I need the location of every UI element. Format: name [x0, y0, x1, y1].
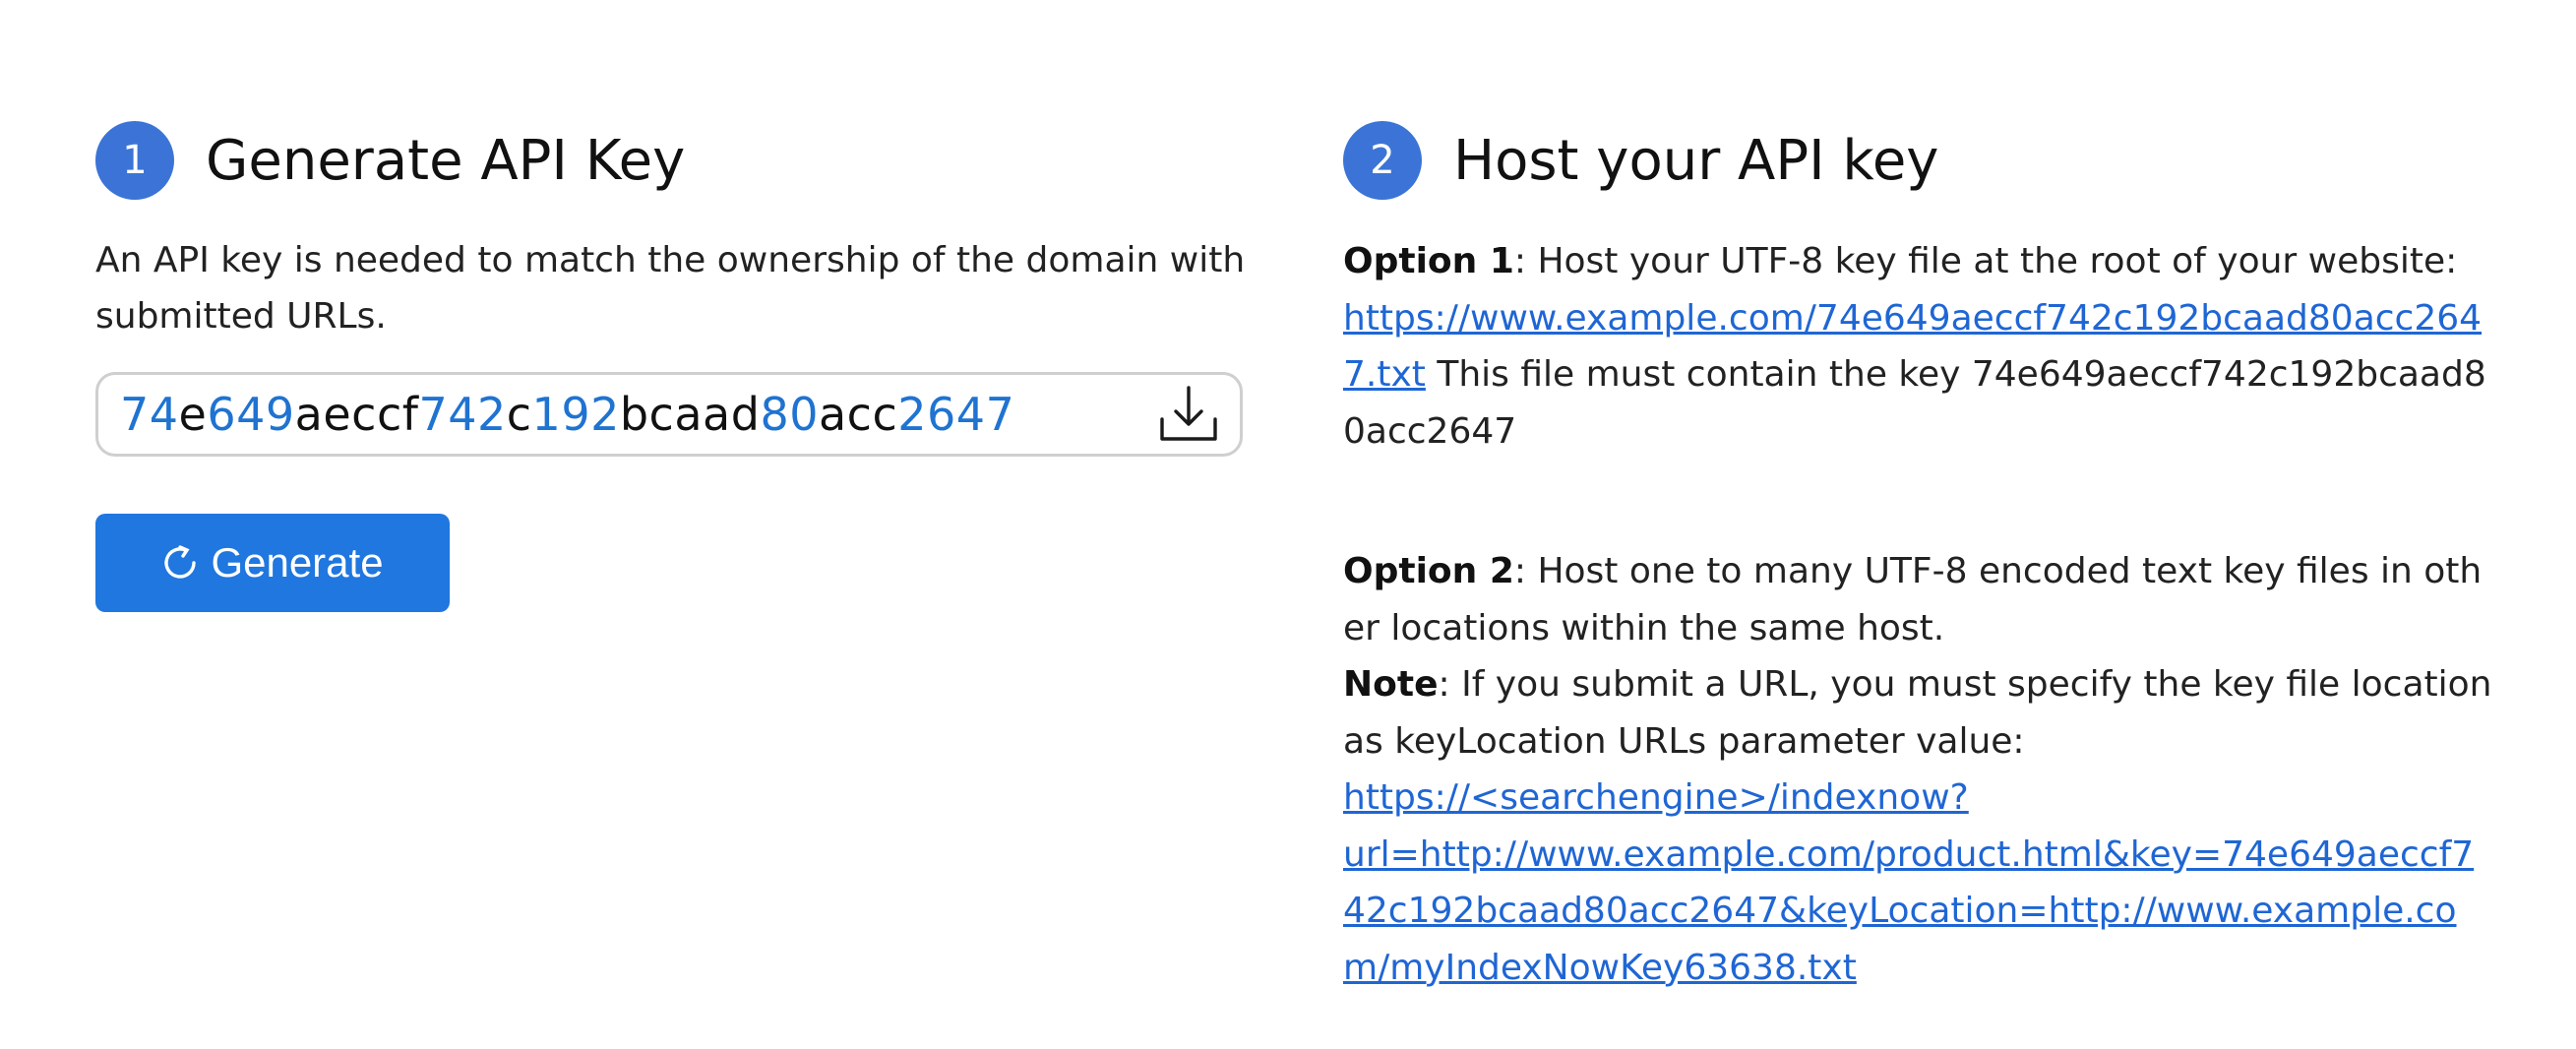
step-2-header: 2 Host your API key	[1343, 120, 2494, 201]
option-1-key-note: This file must contain the key 74e649aec…	[1343, 354, 2486, 452]
option-2-label: Option 2	[1343, 551, 1514, 591]
step-number-badge: 2	[1343, 121, 1422, 200]
api-key-value: 74e649aeccf742c192bcaad80acc2647	[120, 388, 1014, 441]
generate-button[interactable]: Generate	[95, 514, 450, 612]
refresh-icon	[161, 544, 199, 582]
link-line-rest: url=http://www.example.com/product.html&…	[1343, 833, 2475, 988]
note-text: : If you submit a URL, you must specify …	[1343, 664, 2492, 762]
api-key-field[interactable]: 74e649aeccf742c192bcaad80acc2647	[95, 372, 1243, 457]
key-location-example-link[interactable]: https://<searchengine>/indexnow? url=http…	[1343, 777, 2474, 988]
option-2-paragraph: Option 2: Host one to many UTF-8 encoded…	[1343, 543, 2494, 996]
key-letter-segment: e	[178, 388, 208, 441]
option-1-label: Option 1	[1343, 241, 1514, 281]
key-letter-segment: aeccf	[294, 388, 419, 441]
generate-button-label: Generate	[211, 539, 384, 586]
option-1-text: : Host your UTF-8 key file at the root o…	[1513, 241, 2458, 281]
host-api-key-section: 2 Host your API key Option 1: Host your …	[1343, 120, 2494, 996]
step-1-header: 1 Generate API Key	[95, 120, 1247, 201]
section-description: An API key is needed to match the owners…	[95, 240, 1246, 337]
option-1-paragraph: Option 1: Host your UTF-8 key file at th…	[1343, 233, 2494, 460]
key-letter-segment: bcaad	[619, 388, 761, 441]
key-digit-segment: 2647	[897, 388, 1015, 441]
key-digit-segment: 649	[207, 388, 295, 441]
link-line-1: https://<searchengine>/indexnow?	[1343, 777, 1969, 818]
generate-api-key-section: 1 Generate API Key An API key is needed …	[95, 120, 1247, 612]
key-digit-segment: 80	[760, 388, 819, 441]
section-title: Host your API key	[1453, 128, 1939, 193]
key-letter-segment: c	[506, 388, 532, 441]
key-digit-segment: 742	[418, 388, 507, 441]
key-letter-segment: acc	[818, 388, 898, 441]
key-digit-segment: 74	[120, 388, 179, 441]
step-number-badge: 1	[95, 121, 174, 200]
key-digit-segment: 192	[531, 388, 620, 441]
option-2-text: : Host one to many UTF-8 encoded text ke…	[1343, 551, 2483, 648]
download-icon[interactable]	[1155, 381, 1222, 448]
section-title: Generate API Key	[206, 128, 686, 193]
note-label: Note	[1343, 664, 1439, 705]
